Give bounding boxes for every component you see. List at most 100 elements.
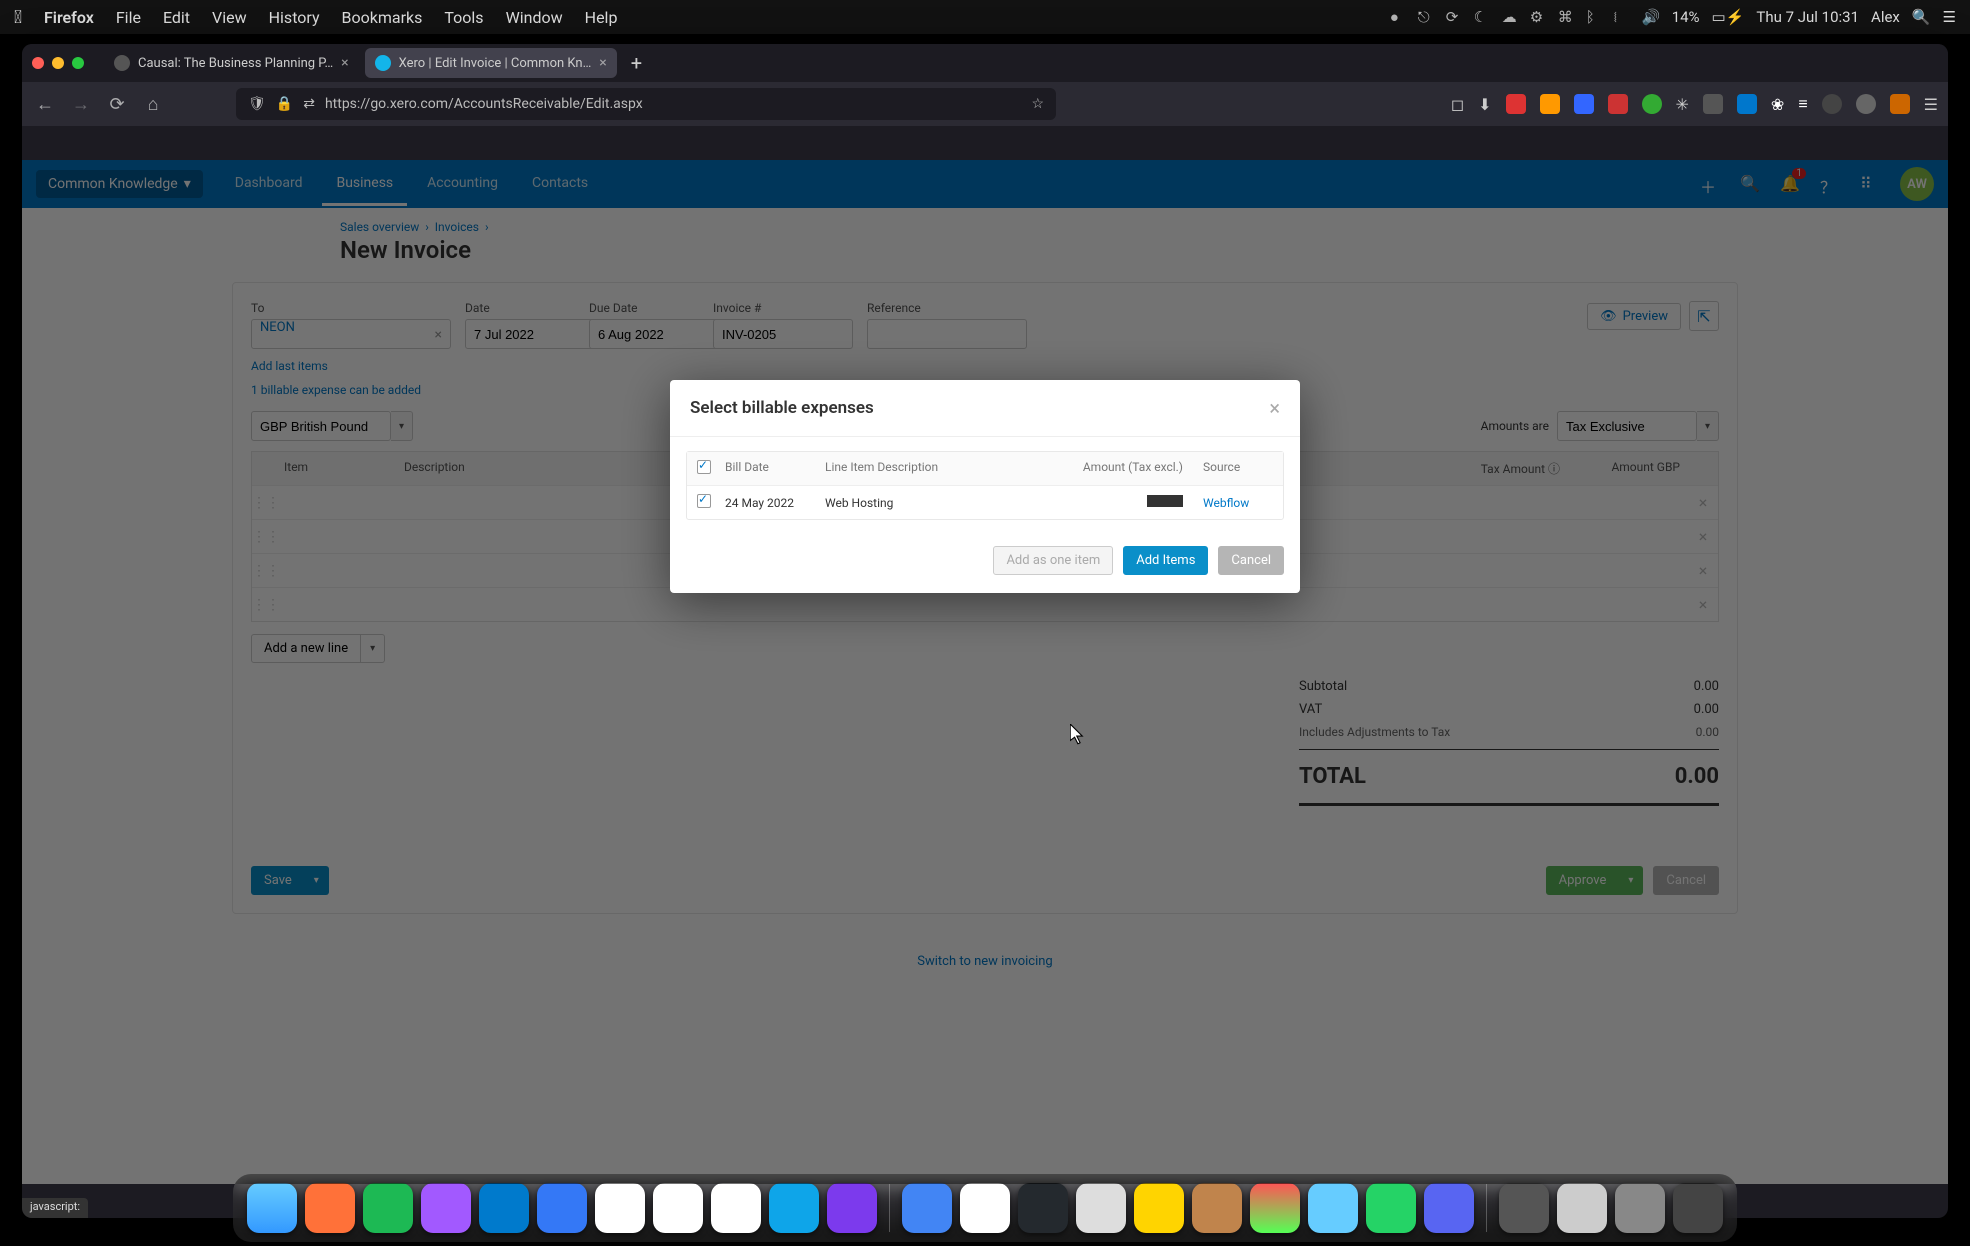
dock-finder[interactable]	[247, 1183, 297, 1233]
pocket-icon[interactable]: ◻	[1451, 95, 1464, 114]
tab-xero[interactable]: Xero | Edit Invoice | Common Kn… ×	[365, 48, 617, 78]
dock-app[interactable]	[769, 1183, 819, 1233]
ext-icon[interactable]	[1574, 94, 1594, 114]
reference-input[interactable]	[867, 319, 1027, 349]
expense-row[interactable]: 24 May 2022 Web Hosting Webflow	[687, 485, 1283, 519]
shield-icon[interactable]: 🛡	[248, 96, 266, 112]
add-line-menu-icon[interactable]: ▾	[361, 634, 385, 663]
dock-vscode[interactable]	[479, 1183, 529, 1233]
dock-notion[interactable]	[711, 1183, 761, 1233]
to-input[interactable]: NEON ×	[251, 319, 451, 349]
user-name[interactable]: Alex	[1871, 8, 1900, 26]
new-tab-button[interactable]: +	[623, 51, 650, 75]
chevron-down-icon[interactable]: ▾	[391, 411, 413, 441]
ext-icon[interactable]	[1506, 94, 1526, 114]
dock-mail[interactable]	[653, 1183, 703, 1233]
app-name[interactable]: Firefox	[44, 8, 94, 27]
menu-view[interactable]: View	[212, 8, 247, 27]
dock-app[interactable]	[827, 1183, 877, 1233]
row-checkbox[interactable]	[697, 494, 711, 508]
spotlight-icon[interactable]: 🔍	[1912, 8, 1931, 26]
close-tab-icon[interactable]: ×	[341, 55, 348, 71]
cancel-button[interactable]: Cancel	[1653, 866, 1719, 895]
row-source-link[interactable]: Webflow	[1203, 496, 1249, 510]
notifications-icon[interactable]: 🔔1	[1780, 174, 1800, 194]
dock-app[interactable]	[1076, 1183, 1126, 1233]
ext-icon[interactable]: ✳	[1676, 95, 1689, 114]
ext-icon[interactable]	[1856, 94, 1876, 114]
nav-accounting[interactable]: Accounting	[413, 163, 512, 206]
forward-button[interactable]: →	[68, 91, 94, 117]
dock-github[interactable]	[1018, 1183, 1068, 1233]
ext-icon[interactable]	[1703, 94, 1723, 114]
window-minimize[interactable]	[52, 57, 64, 69]
dock-app[interactable]	[1615, 1183, 1665, 1233]
status-icon[interactable]: ⟳	[1446, 8, 1464, 26]
close-tab-icon[interactable]: ×	[599, 55, 606, 71]
menu-tools[interactable]: Tools	[444, 8, 483, 27]
dock-app[interactable]	[1250, 1183, 1300, 1233]
wifi-icon[interactable]: ⧙	[1614, 8, 1632, 26]
dock-slack[interactable]	[595, 1183, 645, 1233]
home-button[interactable]: ⌂	[140, 91, 166, 117]
switch-invoicing-link[interactable]: Switch to new invoicing	[917, 954, 1052, 969]
preview-button[interactable]: 👁 Preview	[1587, 303, 1681, 330]
dock-app[interactable]	[1557, 1183, 1607, 1233]
add-as-one-item-button[interactable]: Add as one item	[993, 546, 1113, 575]
nav-dashboard[interactable]: Dashboard	[221, 163, 317, 206]
back-button[interactable]: ←	[32, 91, 58, 117]
breadcrumb-invoices[interactable]: Invoices	[435, 220, 479, 234]
ext-icon[interactable]	[1737, 94, 1757, 114]
tab-causal[interactable]: Causal: The Business Planning P… ×	[104, 48, 359, 78]
status-icon[interactable]: ●	[1390, 8, 1408, 26]
apps-icon[interactable]: ⠿	[1860, 174, 1880, 194]
ext-icon[interactable]	[1642, 94, 1662, 114]
bookmark-star-icon[interactable]: ☆	[1031, 96, 1044, 112]
add-new-line-button[interactable]: Add a new line	[251, 634, 361, 663]
status-icon[interactable]: ⎋	[1418, 8, 1436, 26]
user-avatar[interactable]: AW	[1900, 167, 1934, 201]
clear-icon[interactable]: ×	[435, 327, 442, 343]
dock-discord[interactable]	[1424, 1183, 1474, 1233]
ext-icon[interactable]	[1608, 94, 1628, 114]
clock[interactable]: Thu 7 Jul 10:31	[1756, 8, 1859, 26]
breadcrumb-sales[interactable]: Sales overview	[340, 220, 419, 234]
dock-app[interactable]	[1499, 1183, 1549, 1233]
swap-icon[interactable]: ⇄	[303, 96, 315, 112]
bluetooth-icon[interactable]: ᛒ	[1586, 8, 1604, 26]
save-button[interactable]: Save	[251, 866, 305, 895]
status-icon[interactable]: ☾	[1474, 8, 1492, 26]
ext-icon[interactable]: ❀	[1771, 95, 1784, 114]
dock-messages[interactable]	[537, 1183, 587, 1233]
url-bar[interactable]: 🛡 🔒 ⇄ https://go.xero.com/AccountsReceiv…	[236, 88, 1056, 120]
nav-contacts[interactable]: Contacts	[518, 163, 602, 206]
menu-history[interactable]: History	[269, 8, 320, 27]
menu-file[interactable]: File	[116, 8, 141, 27]
menu-window[interactable]: Window	[506, 8, 563, 27]
dock-app[interactable]	[1192, 1183, 1242, 1233]
help-icon[interactable]: ？	[1820, 174, 1840, 194]
dock-calendar[interactable]	[960, 1183, 1010, 1233]
approve-menu-icon[interactable]: ▾	[1619, 866, 1643, 895]
lock-icon[interactable]: 🔒	[276, 96, 293, 112]
dock-spotify[interactable]	[363, 1183, 413, 1233]
ext-icon[interactable]	[1822, 94, 1842, 114]
save-menu-icon[interactable]: ▾	[305, 866, 329, 895]
status-icon[interactable]: ☁︎	[1502, 8, 1520, 26]
hamburger-menu-icon[interactable]: ☰	[1924, 95, 1938, 114]
dock-app[interactable]	[1308, 1183, 1358, 1233]
ext-icon[interactable]	[1890, 94, 1910, 114]
invoice-number-input[interactable]	[713, 319, 853, 349]
dock-figma[interactable]	[421, 1183, 471, 1233]
status-icon[interactable]: ⚙︎	[1530, 8, 1548, 26]
control-center-icon[interactable]: ☰	[1943, 8, 1956, 26]
dock-firefox[interactable]	[305, 1183, 355, 1233]
status-icon[interactable]: ⌘	[1558, 8, 1576, 26]
chevron-down-icon[interactable]: ▾	[1697, 411, 1719, 441]
menu-help[interactable]: Help	[585, 8, 618, 27]
dock-chrome[interactable]	[902, 1183, 952, 1233]
delete-row-icon[interactable]: ×	[1688, 561, 1718, 580]
currency-select[interactable]	[251, 411, 391, 441]
add-icon[interactable]: ＋	[1700, 174, 1720, 194]
menu-edit[interactable]: Edit	[163, 8, 190, 27]
